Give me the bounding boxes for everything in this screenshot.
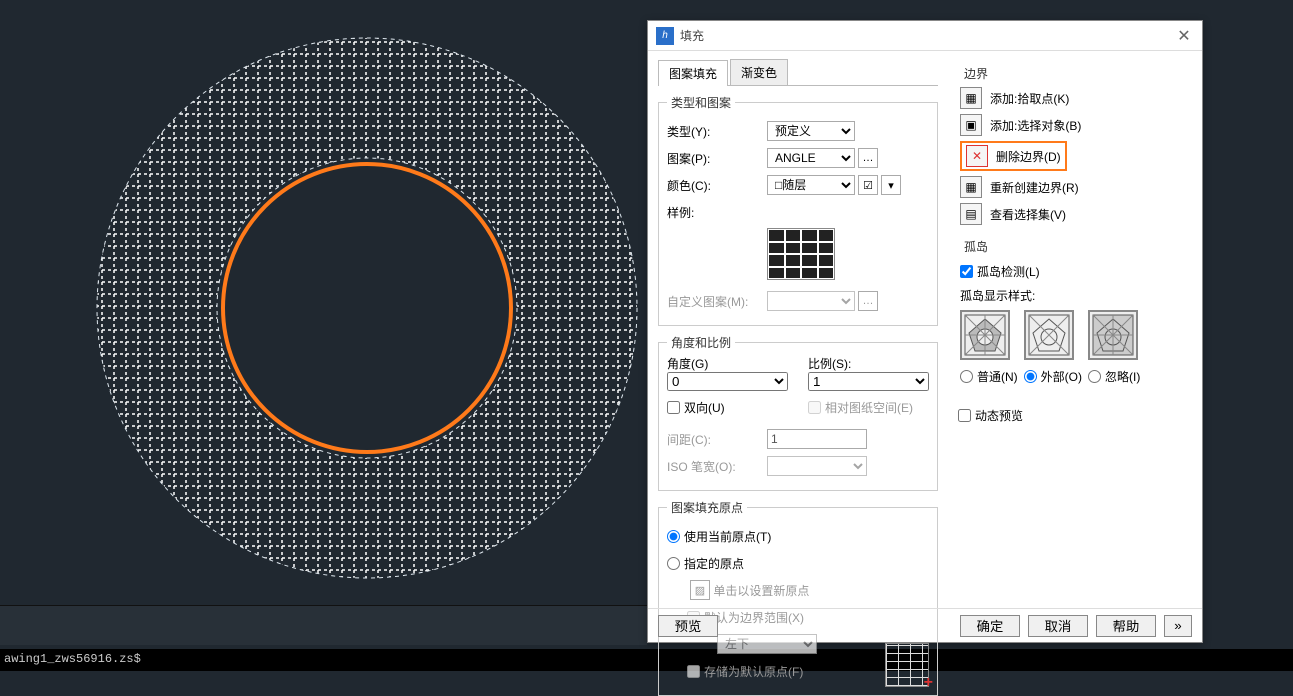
pick-origin-button: ▨ xyxy=(690,580,710,600)
dialog-footer: 预览 确定 取消 帮助 » xyxy=(648,608,1202,642)
recreate-boundary-button[interactable]: ▦重新创建边界(R) xyxy=(960,176,1192,198)
island-detect-checkbox[interactable] xyxy=(960,265,973,278)
paperspace-rel-checkbox xyxy=(808,401,821,414)
specified-origin-radio[interactable] xyxy=(667,557,680,570)
angle-select[interactable]: 0 xyxy=(667,372,788,391)
ok-button[interactable]: 确定 xyxy=(960,615,1020,637)
type-and-pattern-group: 类型和图案 类型(Y): 预定义 图案(P): ANGLE … 颜色(C): □… xyxy=(658,94,938,326)
pattern-label: 图案(P): xyxy=(667,150,767,167)
origin-preview-swatch xyxy=(885,643,929,687)
color-dropdown-button[interactable]: ▾ xyxy=(881,175,901,195)
use-current-origin-radio[interactable] xyxy=(667,530,680,543)
color-swatch-button[interactable]: ☑ xyxy=(858,175,878,195)
remove-boundary-button[interactable]: ✕删除边界(D) xyxy=(966,145,1061,167)
spacing-label: 间距(C): xyxy=(667,431,767,448)
help-button[interactable]: 帮助 xyxy=(1096,615,1156,637)
command-bar-area xyxy=(0,605,647,645)
spacing-input xyxy=(767,429,867,449)
expand-button[interactable]: » xyxy=(1164,615,1192,637)
add-pick-point-button[interactable]: ▦添加:拾取点(K) xyxy=(960,87,1192,109)
close-icon[interactable]: ✕ xyxy=(1174,26,1194,46)
island-outer-radio[interactable] xyxy=(1024,370,1037,383)
scale-select[interactable]: 1 xyxy=(808,372,929,391)
island-outer-swatch[interactable] xyxy=(1024,310,1074,360)
select-object-icon: ▣ xyxy=(960,114,982,136)
remove-boundary-highlight: ✕删除边界(D) xyxy=(960,141,1067,171)
add-select-object-button[interactable]: ▣添加:选择对象(B) xyxy=(960,114,1192,136)
remove-boundary-icon: ✕ xyxy=(966,145,988,167)
island-ignore-swatch[interactable] xyxy=(1088,310,1138,360)
hatch-dialog: h 填充 ✕ 图案填充 渐变色 类型和图案 类型(Y): 预定义 图案(P): … xyxy=(647,20,1203,643)
angle-label: 角度(G) xyxy=(667,357,708,371)
tab-gradient[interactable]: 渐变色 xyxy=(730,59,788,85)
type-select[interactable]: 预定义 xyxy=(767,121,855,141)
recreate-boundary-icon: ▦ xyxy=(960,176,982,198)
island-normal-radio[interactable] xyxy=(960,370,973,383)
drawing-canvas[interactable] xyxy=(0,0,647,640)
tab-pattern-fill[interactable]: 图案填充 xyxy=(658,60,728,86)
dialog-titlebar: h 填充 ✕ xyxy=(648,21,1202,51)
custom-pattern-select xyxy=(767,291,855,311)
angle-scale-group: 角度和比例 角度(G) 0 双向(U) 比例(S): 1 相对图纸空间(E) 间… xyxy=(658,334,938,491)
cancel-button[interactable]: 取消 xyxy=(1028,615,1088,637)
island-style-label: 孤岛显示样式: xyxy=(960,287,1192,304)
view-selection-icon: ▤ xyxy=(960,203,982,225)
island-normal-swatch[interactable] xyxy=(960,310,1010,360)
iso-pen-select xyxy=(767,456,867,476)
island-ignore-radio[interactable] xyxy=(1088,370,1101,383)
sample-label: 样例: xyxy=(667,204,767,221)
color-select[interactable]: □随层 xyxy=(767,175,855,195)
hatch-origin-group: 图案填充原点 使用当前原点(T) 指定的原点 ▨ 单击以设置新原点 默认为边界范… xyxy=(658,499,938,696)
pick-point-icon: ▦ xyxy=(960,87,982,109)
scale-label: 比例(S): xyxy=(808,357,851,371)
bidirectional-checkbox[interactable] xyxy=(667,401,680,414)
app-icon: h xyxy=(656,27,674,45)
custom-pattern-label: 自定义图案(M): xyxy=(667,293,767,310)
dialog-title: 填充 xyxy=(680,27,1174,44)
custom-browse-button: … xyxy=(858,291,878,311)
store-default-origin-checkbox xyxy=(687,665,700,678)
color-label: 颜色(C): xyxy=(667,177,767,194)
pattern-sample-swatch[interactable] xyxy=(767,228,835,280)
preview-button[interactable]: 预览 xyxy=(658,615,718,637)
type-label: 类型(Y): xyxy=(667,123,767,140)
island-group: 孤岛 孤岛检测(L) 孤岛显示样式: 普通(N) 外部(O) 忽略(I) xyxy=(958,238,1192,392)
boundary-group: 边界 ▦添加:拾取点(K) ▣添加:选择对象(B) ✕删除边界(D) ▦重新创建… xyxy=(958,65,1192,230)
dynamic-preview-checkbox[interactable] xyxy=(958,409,971,422)
pattern-select[interactable]: ANGLE xyxy=(767,148,855,168)
status-bar: awing1_zws56916.zs$ xyxy=(0,649,1293,671)
tab-bar: 图案填充 渐变色 xyxy=(658,59,938,86)
pattern-browse-button[interactable]: … xyxy=(858,148,878,168)
view-selection-button[interactable]: ▤查看选择集(V) xyxy=(960,203,1192,225)
iso-pen-label: ISO 笔宽(O): xyxy=(667,458,767,475)
